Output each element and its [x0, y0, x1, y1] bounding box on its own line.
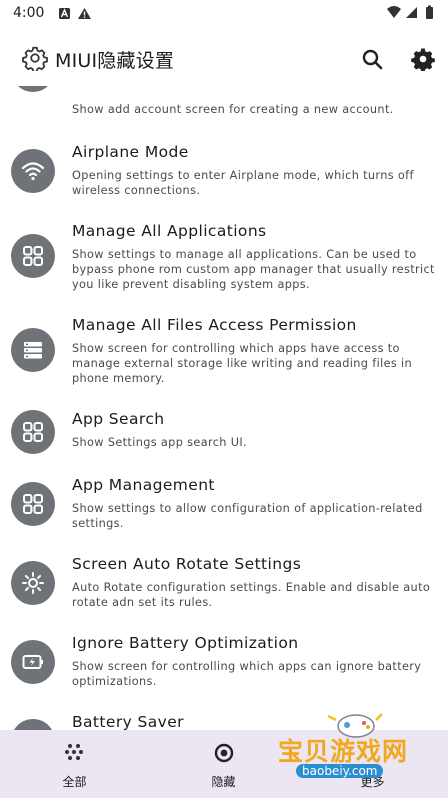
item-title: App Management	[72, 476, 215, 494]
item-title: Screen Auto Rotate Settings	[72, 555, 302, 573]
item-description: Opening settings to enter Airplane mode,…	[72, 169, 414, 197]
storage-icon	[11, 328, 55, 372]
list-item-manage-all-applications[interactable]: Manage All Applications Show settings to…	[0, 217, 448, 305]
list-item-airplane-mode[interactable]: Airplane Mode Opening settings to enter …	[0, 138, 448, 208]
site-watermark: 宝贝游戏网 baobeiy.com	[276, 706, 444, 792]
nav-label: 全部	[62, 775, 87, 789]
nav-item-all[interactable]: 全部	[0, 730, 149, 798]
apps-grid-icon	[11, 482, 55, 526]
item-description: Show Settings app search UI.	[72, 436, 247, 449]
wifi-signal-battery-icon	[387, 5, 433, 19]
notification-a-icon	[59, 8, 91, 19]
item-description: Show add account screen for creating a n…	[72, 103, 394, 116]
list-item-app-search[interactable]: App Search Show Settings app search UI.	[0, 405, 448, 463]
watermark-url: baobeiy.com	[296, 764, 384, 778]
dots-grid-icon	[64, 742, 86, 768]
item-description: Show screen for controlling which apps c…	[72, 660, 422, 688]
watermark-brand: 宝贝游戏网	[278, 737, 409, 766]
app-gear-icon	[22, 45, 48, 75]
brightness-icon	[11, 561, 55, 605]
status-time: 4:00	[13, 5, 45, 21]
apps-grid-icon	[11, 410, 55, 454]
settings-list: Show add account screen for creating a n…	[0, 86, 448, 730]
item-title: App Search	[72, 410, 165, 428]
list-item-manage-all-files-access[interactable]: Manage All Files Access Permission Show …	[0, 311, 448, 399]
battery-icon	[11, 719, 55, 730]
apps-grid-icon	[11, 234, 55, 278]
app-bar: MIUI隐藏设置	[0, 32, 448, 86]
item-description: Show settings to manage all applications…	[72, 248, 435, 291]
item-title: Ignore Battery Optimization	[72, 634, 299, 652]
item-description: Show settings to allow configuration of …	[72, 502, 423, 530]
list-item-add-account[interactable]: Show add account screen for creating a n…	[0, 86, 448, 120]
system-status-icons	[386, 5, 438, 25]
list-item-ignore-battery-optimization[interactable]: Ignore Battery Optimization Show screen …	[0, 629, 448, 701]
item-title: Manage All Files Access Permission	[72, 316, 357, 334]
wifi-icon	[11, 149, 55, 193]
account-icon	[11, 86, 55, 92]
item-description: Auto Rotate configuration settings. Enab…	[72, 581, 431, 609]
status-bar: 4:00	[0, 0, 448, 28]
battery-charging-icon	[11, 640, 55, 684]
settings-gear-icon[interactable]	[411, 47, 435, 75]
item-title: Manage All Applications	[72, 222, 267, 240]
item-description: Show screen for controlling which apps h…	[72, 342, 413, 385]
page-title: MIUI隐藏设置	[55, 50, 175, 72]
item-title: Battery Saver	[72, 713, 184, 730]
list-item-screen-auto-rotate[interactable]: Screen Auto Rotate Settings Auto Rotate …	[0, 550, 448, 622]
search-icon[interactable]	[360, 47, 384, 75]
notification-icons	[58, 6, 92, 25]
item-title: Airplane Mode	[72, 143, 189, 161]
list-item-app-management[interactable]: App Management Show settings to allow co…	[0, 471, 448, 543]
target-icon	[213, 742, 235, 768]
